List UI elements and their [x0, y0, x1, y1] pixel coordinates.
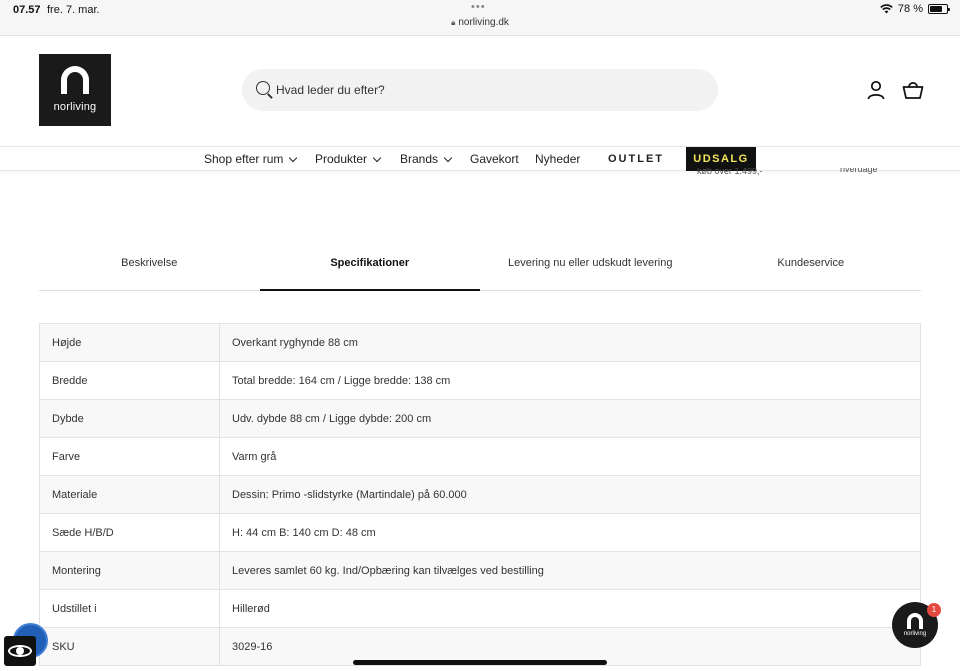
address-bar[interactable]: 🔒︎ norliving.dk: [0, 17, 960, 28]
nav-item-shop-efter-rum[interactable]: Shop efter rum: [204, 152, 298, 166]
spec-key: Dybde: [39, 399, 220, 438]
peek-text-right: hverdage: [840, 168, 878, 174]
spec-value: Dessin: Primo -slidstyrke (Martindale) p…: [219, 475, 921, 514]
table-row: Højde Overkant ryghynde 88 cm: [39, 323, 921, 362]
nav-item-label: Brands: [400, 152, 439, 166]
tab-beskrivelse[interactable]: Beskrivelse: [39, 240, 260, 290]
search-icon[interactable]: [256, 81, 270, 95]
norliving-logo[interactable]: norliving: [39, 54, 111, 126]
nav-item-brands[interactable]: Brands: [400, 152, 453, 166]
battery-icon: [928, 4, 950, 14]
spec-value: Varm grå: [219, 437, 921, 476]
account-icon[interactable]: [866, 80, 886, 100]
nav-item-label: Gavekort: [470, 152, 519, 166]
site-header: norliving: [0, 36, 960, 146]
chevron-down-icon: [372, 153, 382, 162]
notification-badge: 1: [927, 603, 941, 617]
main-nav: Shop efter rum Produkter Brands Gavekort…: [0, 146, 960, 171]
nav-item-label: Nyheder: [535, 152, 581, 166]
chevron-down-icon: [443, 153, 453, 162]
spec-key: Montering: [39, 551, 220, 590]
status-bar: 07.57 fre. 7. mar. ••• 🔒︎ norliving.dk 78…: [0, 0, 960, 36]
eye-icon[interactable]: [4, 636, 36, 666]
spec-key: Udstillet i: [39, 589, 220, 628]
peek-text-left: køb over 1.499,-: [697, 168, 763, 176]
more-dots-icon[interactable]: •••: [471, 1, 486, 13]
cart-icon[interactable]: [902, 80, 924, 100]
status-time: 07.57: [13, 4, 41, 16]
spec-value: H: 44 cm B: 140 cm D: 48 cm: [219, 513, 921, 552]
logo-arch-icon: [61, 66, 89, 94]
address-url: norliving.dk: [458, 17, 509, 28]
table-row: Udstillet i Hillerød: [39, 589, 921, 628]
eye-pupil: [16, 647, 24, 655]
nav-item-produkter[interactable]: Produkter: [315, 152, 382, 166]
spec-key: Farve: [39, 437, 220, 476]
tab-levering[interactable]: Levering nu eller udskudt levering: [480, 240, 701, 290]
spec-key: SKU: [39, 627, 220, 666]
spec-key: Materiale: [39, 475, 220, 514]
table-row: Montering Leveres samlet 60 kg. Ind/Opbæ…: [39, 551, 921, 590]
chevron-down-icon: [289, 153, 298, 162]
table-row: Farve Varm grå: [39, 437, 921, 476]
chat-label: norliving: [903, 631, 927, 637]
table-row: Dybde Udv. dybde 88 cm / Ligge dybde: 20…: [39, 399, 921, 438]
nav-item-label: Produkter: [315, 152, 368, 166]
home-indicator[interactable]: [353, 660, 607, 665]
battery-level: [930, 6, 943, 12]
spec-value: Overkant ryghynde 88 cm: [219, 323, 921, 362]
status-date: fre. 7. mar.: [47, 4, 100, 16]
lock-icon: 🔒︎: [451, 18, 456, 27]
search-input[interactable]: [276, 69, 696, 111]
nav-item-label: OUTLET: [608, 153, 664, 165]
product-tabs: Beskrivelse Specifikationer Levering nu …: [39, 240, 921, 291]
nav-item-label: UDSALG: [693, 153, 749, 165]
tab-specifikationer[interactable]: Specifikationer: [259, 240, 481, 291]
logo-text: norliving: [53, 101, 97, 113]
spec-value: Total bredde: 164 cm / Ligge bredde: 138…: [219, 361, 921, 400]
logo-arch-icon: [907, 613, 923, 629]
tab-kundeservice[interactable]: Kundeservice: [701, 240, 922, 290]
table-row: Bredde Total bredde: 164 cm / Ligge bred…: [39, 361, 921, 400]
search-bar[interactable]: [242, 69, 718, 111]
nav-item-outlet[interactable]: OUTLET: [608, 153, 664, 165]
battery-percent: 78 %: [897, 3, 923, 15]
spec-value: Leveres samlet 60 kg. Ind/Opbæring kan t…: [219, 551, 921, 590]
status-indicators: 78 %: [880, 3, 950, 15]
nav-item-nyheder[interactable]: Nyheder: [535, 152, 580, 166]
nav-item-gavekort[interactable]: Gavekort: [470, 152, 519, 166]
spec-key: Bredde: [39, 361, 220, 400]
table-row: Sæde H/B/D H: 44 cm B: 140 cm D: 48 cm: [39, 513, 921, 552]
spec-value: Hillerød: [219, 589, 921, 628]
spec-key: Højde: [39, 323, 220, 362]
spec-key: Sæde H/B/D: [39, 513, 220, 552]
table-row: Materiale Dessin: Primo -slidstyrke (Mar…: [39, 475, 921, 514]
spec-table: Højde Overkant ryghynde 88 cm Bredde Tot…: [39, 323, 921, 666]
wifi-icon: [880, 4, 893, 14]
spec-value: Udv. dybde 88 cm / Ligge dybde: 200 cm: [219, 399, 921, 438]
nav-item-label: Shop efter rum: [204, 152, 284, 166]
